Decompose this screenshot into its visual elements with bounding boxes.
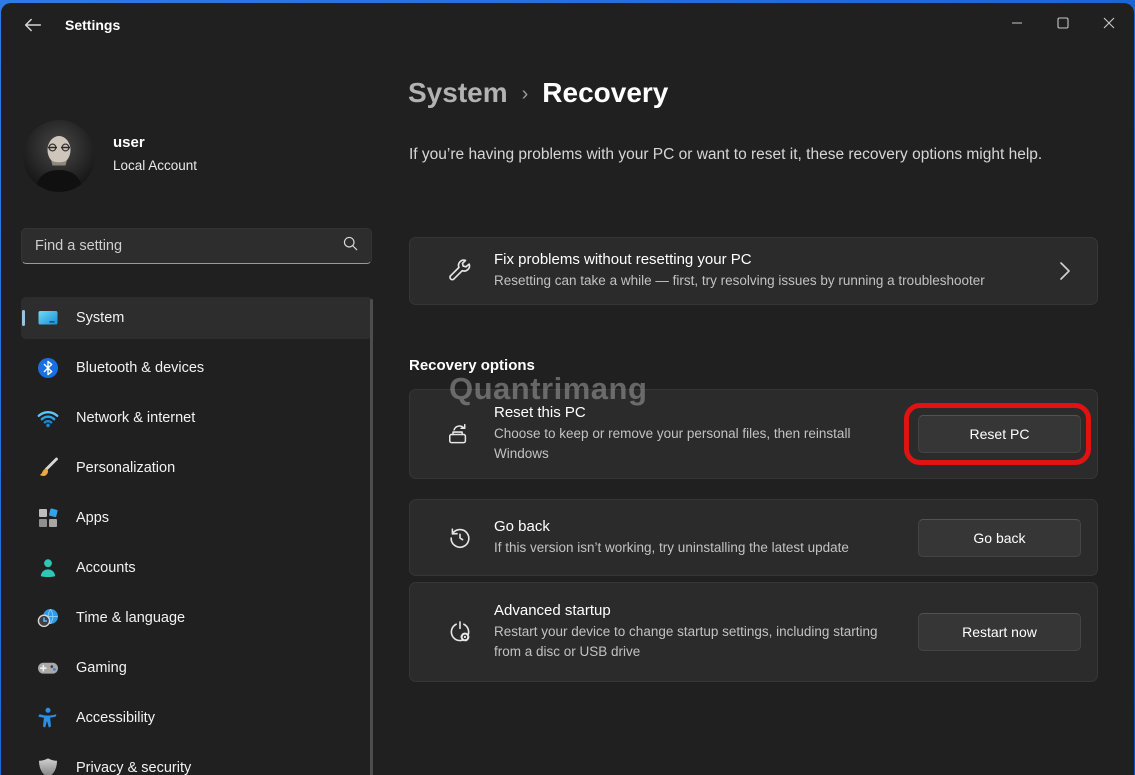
sidebar-item-label: Apps xyxy=(76,510,109,526)
sidebar-item-label: Privacy & security xyxy=(76,760,191,775)
sidebar-item-time-language[interactable]: Time & language xyxy=(21,597,373,639)
close-button[interactable] xyxy=(1086,3,1132,45)
power-gear-icon xyxy=(446,618,474,646)
sidebar-item-personalization[interactable]: Personalization xyxy=(21,447,373,489)
sidebar-item-accounts[interactable]: Accounts xyxy=(21,547,373,589)
sidebar-item-label: Network & internet xyxy=(76,410,195,426)
reset-pc-card: Reset this PC Choose to keep or remove y… xyxy=(409,389,1098,479)
minimize-button[interactable] xyxy=(994,3,1040,45)
accounts-icon xyxy=(36,556,60,580)
account-name: user xyxy=(113,134,145,151)
sidebar-item-bluetooth-devices[interactable]: Bluetooth & devices xyxy=(21,347,373,389)
reset-pc-button[interactable]: Reset PC xyxy=(918,415,1081,453)
breadcrumb-parent[interactable]: System xyxy=(408,77,508,109)
maximize-button[interactable] xyxy=(1040,3,1086,45)
restart-now-button[interactable]: Restart now xyxy=(918,613,1081,651)
go-back-button[interactable]: Go back xyxy=(918,519,1081,557)
sidebar-item-system[interactable]: System xyxy=(21,297,373,339)
troubleshoot-title: Fix problems without resetting your PC xyxy=(494,251,1049,268)
avatar[interactable] xyxy=(23,120,95,192)
arrow-left-icon xyxy=(22,14,44,39)
sidebar-item-label: Accounts xyxy=(76,560,136,576)
search-box[interactable] xyxy=(21,228,372,264)
sidebar-item-label: Personalization xyxy=(76,460,175,476)
accessibility-icon xyxy=(36,706,60,730)
close-icon xyxy=(1103,17,1115,32)
sidebar-item-network-internet[interactable]: Network & internet xyxy=(21,397,373,439)
privacy-icon xyxy=(36,756,60,775)
search-icon[interactable] xyxy=(342,235,359,257)
history-icon xyxy=(446,524,474,552)
page-description: If you’re having problems with your PC o… xyxy=(409,143,1091,167)
breadcrumb-separator-icon: › xyxy=(522,83,529,106)
sidebar-item-apps[interactable]: Apps xyxy=(21,497,373,539)
selection-pill xyxy=(22,310,25,326)
sidebar-scrollbar[interactable] xyxy=(370,299,373,775)
titlebar: Settings xyxy=(1,3,1134,49)
sidebar-item-label: Time & language xyxy=(76,610,185,626)
page-title: Recovery xyxy=(542,77,668,109)
go-back-subtitle: If this version isn’t working, try unins… xyxy=(494,538,908,558)
sidebar-item-label: Bluetooth & devices xyxy=(76,360,204,376)
reset-pc-title: Reset this PC xyxy=(494,404,908,421)
account-type: Local Account xyxy=(113,158,197,173)
sidebar-nav: System Bluetooth & devices Network & int… xyxy=(21,297,373,775)
advanced-startup-title: Advanced startup xyxy=(494,602,908,619)
advanced-startup-card: Advanced startup Restart your device to … xyxy=(409,582,1098,682)
sidebar: user Local Account System Bluetooth xyxy=(1,49,393,775)
go-back-title: Go back xyxy=(494,518,908,535)
settings-window: Settings xyxy=(1,3,1134,775)
go-back-card: Go back If this version isn’t working, t… xyxy=(409,499,1098,576)
sidebar-item-label: Gaming xyxy=(76,660,127,676)
troubleshoot-card[interactable]: Fix problems without resetting your PC R… xyxy=(409,237,1098,305)
bluetooth-icon xyxy=(36,356,60,380)
wrench-icon xyxy=(446,257,474,285)
sidebar-item-accessibility[interactable]: Accessibility xyxy=(21,697,373,739)
sidebar-item-gaming[interactable]: Gaming xyxy=(21,647,373,689)
search-input[interactable] xyxy=(35,238,342,254)
reset-pc-icon xyxy=(446,420,474,448)
troubleshoot-subtitle: Resetting can take a while — first, try … xyxy=(494,271,1049,291)
apps-icon xyxy=(36,506,60,530)
reset-pc-subtitle: Choose to keep or remove your personal f… xyxy=(494,424,908,464)
sidebar-item-label: Accessibility xyxy=(76,710,155,726)
chevron-right-icon xyxy=(1059,261,1071,281)
gaming-icon xyxy=(36,656,60,680)
system-icon xyxy=(36,306,60,330)
time-language-icon xyxy=(36,606,60,630)
window-controls xyxy=(994,3,1132,45)
personalization-icon xyxy=(36,456,60,480)
back-button[interactable] xyxy=(15,12,51,40)
minimize-icon xyxy=(1011,17,1023,32)
advanced-startup-subtitle: Restart your device to change startup se… xyxy=(494,622,908,662)
maximize-icon xyxy=(1057,17,1069,32)
breadcrumb: System › Recovery xyxy=(408,77,668,109)
sidebar-item-label: System xyxy=(76,310,124,326)
app-title: Settings xyxy=(65,17,120,33)
sidebar-item-privacy-security[interactable]: Privacy & security xyxy=(21,747,373,775)
main-content: System › Recovery If you’re having probl… xyxy=(408,49,1134,775)
section-header: Recovery options xyxy=(409,357,535,374)
network-icon xyxy=(36,406,60,430)
